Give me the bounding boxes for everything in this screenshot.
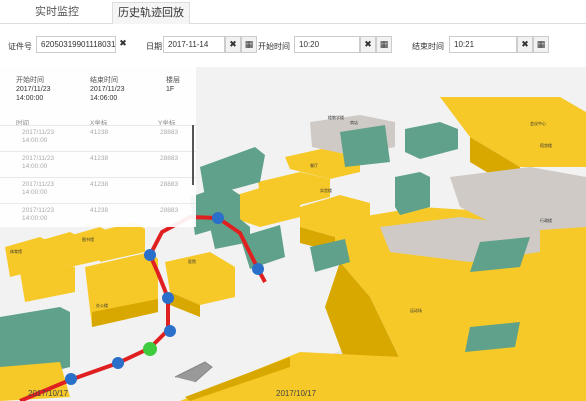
building-label: 体育馆 <box>10 248 22 254</box>
tab-realtime[interactable]: 实时监控 <box>14 2 100 24</box>
building-label: 实验楼 <box>320 187 332 193</box>
tab-bar: 实时监控 历史轨迹回放 <box>0 0 586 24</box>
row-x: 41238 <box>90 155 109 162</box>
track-point[interactable] <box>162 292 174 304</box>
table-row[interactable]: 2017/11/23 14:00:00 41238 28883 <box>0 203 196 229</box>
start-time-calendar-icon[interactable]: ▦ <box>376 36 392 53</box>
map-date-label: 2017/10/17 <box>28 389 69 398</box>
track-point[interactable] <box>212 212 224 224</box>
table-row[interactable]: 2017/11/23 14:00:00 41238 28883 <box>0 177 196 203</box>
building-label: 会议中心 <box>530 120 546 126</box>
building-label: 运动场 <box>410 307 422 313</box>
start-time-label: 开始时间 <box>258 42 290 51</box>
building-label: 医院 <box>188 258 196 264</box>
start-time-clear-icon[interactable]: ✖ <box>360 36 376 53</box>
end-time-value: 2017/11/23 14:06:00 <box>90 86 125 102</box>
current-position-marker[interactable] <box>143 342 157 356</box>
track-point[interactable] <box>252 263 264 275</box>
id-input[interactable]: 620503199011180317 <box>36 36 116 53</box>
start-time-value: 2017/11/23 14:00:00 <box>16 86 51 102</box>
building-label: 图书馆 <box>82 236 94 242</box>
date-input[interactable]: 2017-11-14 <box>163 36 225 53</box>
building-label: 楼教学楼 <box>328 114 344 120</box>
id-label: 证件号 <box>8 42 32 51</box>
date-calendar-icon[interactable]: ▦ <box>241 36 257 53</box>
tab-history-playback[interactable]: 历史轨迹回放 <box>112 2 190 24</box>
floor-header: 楼层 <box>166 77 180 84</box>
date-label: 日期 <box>146 42 162 51</box>
row-x: 41238 <box>90 129 109 136</box>
end-time-label: 结束时间 <box>412 42 444 51</box>
row-x: 41238 <box>90 207 109 214</box>
track-point[interactable] <box>144 249 156 261</box>
table-row[interactable]: 2017/11/23 14:00:00 41238 28883 <box>0 125 196 151</box>
end-time-input[interactable]: 10:21 <box>449 36 517 53</box>
row-time: 2017/11/23 14:00:00 <box>22 207 55 222</box>
track-point[interactable] <box>112 357 124 369</box>
row-time: 2017/11/23 14:00:00 <box>22 129 55 144</box>
row-time: 2017/11/23 14:00:00 <box>22 155 55 170</box>
date-clear-icon[interactable]: ✖ <box>225 36 241 53</box>
building-label: 行政楼 <box>540 217 552 223</box>
building-label: 商店 <box>350 119 358 125</box>
track-point[interactable] <box>164 325 176 337</box>
row-y: 28883 <box>160 129 179 136</box>
end-time-calendar-icon[interactable]: ▦ <box>533 36 549 53</box>
building-label: 餐厅 <box>310 162 318 168</box>
track-point[interactable] <box>65 373 77 385</box>
row-x: 41238 <box>90 181 109 188</box>
trajectory-info-panel: 开始时间 结束时间 楼层 2017/11/23 14:00:00 2017/11… <box>0 67 196 227</box>
end-time-header: 结束时间 <box>90 77 118 84</box>
filter-bar: 证件号 620503199011180317 ✖ 日期 2017-11-14 ✖… <box>0 24 586 67</box>
building-label: 办公楼 <box>96 302 108 308</box>
id-clear-icon[interactable]: ✖ <box>116 36 130 53</box>
table-row[interactable]: 2017/11/23 14:00:00 41238 28883 <box>0 151 196 177</box>
row-y: 28883 <box>160 181 179 188</box>
end-time-clear-icon[interactable]: ✖ <box>517 36 533 53</box>
row-y: 28883 <box>160 207 179 214</box>
floor-value: 1F <box>166 86 175 93</box>
map-date-label: 2017/10/17 <box>276 389 317 398</box>
row-y: 28883 <box>160 155 179 162</box>
building-label: 宿舍楼 <box>540 142 552 148</box>
panel-scrollbar[interactable] <box>192 125 194 185</box>
start-time-header: 开始时间 <box>16 77 44 84</box>
row-time: 2017/11/23 14:00:00 <box>22 181 55 196</box>
start-time-input[interactable]: 10:20 <box>294 36 360 53</box>
